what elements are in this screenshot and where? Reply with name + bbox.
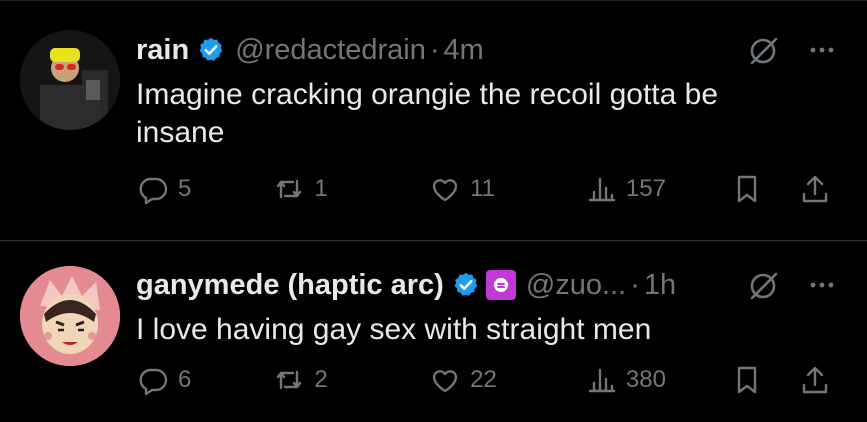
repost-button[interactable]: 2	[272, 363, 428, 397]
like-count: 22	[470, 366, 497, 393]
action-bar: 6 2 22 380	[136, 363, 837, 397]
share-button[interactable]	[798, 363, 837, 397]
tweet[interactable]: ganymede (haptic arc) @zuo... · 1h I lov…	[0, 241, 867, 422]
like-button[interactable]: 11	[428, 172, 584, 206]
reply-icon	[139, 368, 168, 396]
views-button[interactable]: 157	[584, 172, 730, 206]
bookmark-button[interactable]	[730, 172, 798, 206]
reply-icon	[139, 177, 168, 205]
views-icon	[588, 177, 616, 202]
views-icon	[588, 368, 616, 393]
bookmark-icon	[737, 175, 757, 203]
timestamp[interactable]: 1h	[644, 269, 676, 302]
views-button[interactable]: 380	[584, 363, 730, 397]
verified-badge-icon	[454, 272, 478, 296]
bookmark-icon	[737, 366, 757, 394]
handle[interactable]: @redactedrain	[235, 34, 426, 67]
action-bar: 5 1 11 157	[136, 172, 837, 206]
handle[interactable]: @zuo...	[526, 269, 626, 302]
share-button[interactable]	[798, 172, 837, 206]
affiliate-badge-icon[interactable]	[485, 270, 516, 300]
views-count: 380	[625, 366, 666, 393]
display-name[interactable]: rain	[136, 34, 189, 67]
timestamp[interactable]: 4m	[444, 34, 484, 67]
views-count: 157	[625, 175, 666, 202]
tweet[interactable]: rain @redactedrain · 4m Imagine cracking…	[0, 0, 867, 240]
tweet-header: ganymede (haptic arc) @zuo... · 1h	[136, 267, 837, 303]
bookmark-button[interactable]	[730, 363, 798, 397]
share-icon	[802, 366, 828, 394]
tweet-text: I love having gay sex with straight men	[136, 313, 652, 346]
avatar[interactable]	[20, 30, 120, 130]
reply-count: 6	[178, 366, 192, 393]
separator-dot: ·	[630, 268, 640, 301]
grok-icon[interactable]	[747, 33, 781, 67]
reply-button[interactable]: 5	[136, 172, 272, 206]
repost-count: 2	[314, 366, 328, 393]
tweet-text: Imagine cracking orangie the recoil gott…	[136, 78, 719, 149]
more-options-icon[interactable]	[807, 270, 837, 300]
tweet-header: rain @redactedrain · 4m	[136, 32, 837, 68]
repost-icon	[277, 179, 302, 199]
more-options-icon[interactable]	[807, 35, 837, 65]
heart-icon	[432, 370, 458, 393]
display-name[interactable]: ganymede (haptic arc)	[136, 269, 444, 302]
repost-button[interactable]: 1	[272, 172, 428, 206]
reply-button[interactable]: 6	[136, 363, 272, 397]
separator-dot: ·	[429, 33, 440, 66]
share-icon	[802, 175, 828, 203]
like-button[interactable]: 22	[428, 363, 584, 397]
heart-icon	[432, 179, 458, 202]
reply-count: 5	[178, 175, 192, 202]
repost-count: 1	[314, 175, 328, 202]
avatar[interactable]	[20, 266, 120, 366]
grok-icon[interactable]	[747, 268, 781, 302]
repost-icon	[277, 370, 302, 390]
verified-badge-icon	[199, 37, 223, 61]
like-count: 11	[470, 175, 496, 202]
